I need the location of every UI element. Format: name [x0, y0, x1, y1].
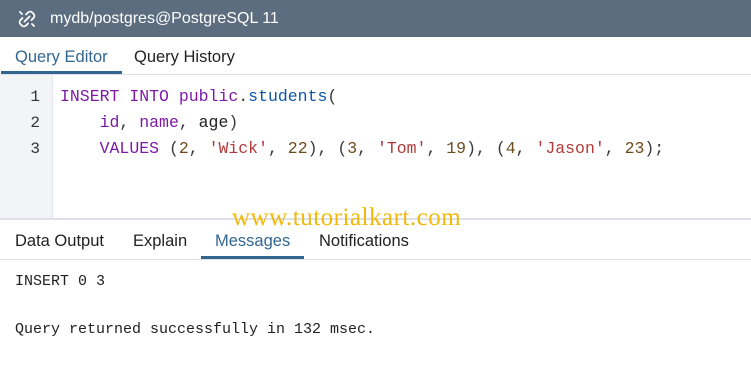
window-title: mydb/postgres@PostgreSQL 11	[50, 9, 279, 27]
column-name: name	[139, 113, 179, 132]
message-line: Query returned successfully in 132 msec.	[15, 321, 376, 338]
punctuation: ),	[307, 139, 338, 158]
line-number: 2	[30, 114, 40, 132]
punctuation: ,	[119, 113, 140, 132]
punctuation: ,	[267, 139, 288, 158]
punctuation: );	[644, 139, 665, 158]
number-literal: 19	[446, 139, 467, 158]
keyword: VALUES	[99, 139, 160, 158]
punctuation: ),	[466, 139, 496, 158]
watermark-text: www.tutorialkart.com	[232, 204, 462, 231]
punctuation: ,	[178, 113, 199, 132]
messages-panel: INSERT 0 3 Query returned successfully i…	[0, 261, 751, 373]
punctuation: ,	[357, 139, 377, 158]
message-line: INSERT 0 3	[15, 273, 106, 290]
number-literal: 3	[347, 139, 358, 158]
column-name: age	[198, 113, 229, 132]
punctuation: (	[337, 139, 348, 158]
punctuation: (	[495, 139, 506, 158]
number-literal: 23	[624, 139, 645, 158]
punctuation: ,	[515, 139, 536, 158]
string-literal: 'Tom'	[376, 139, 427, 158]
query-tool-titlebar: mydb/postgres@PostgreSQL 11	[0, 0, 751, 37]
column-name: id	[99, 113, 120, 132]
line-number: 1	[30, 88, 40, 106]
punctuation: ,	[188, 139, 209, 158]
keyword: INSERT	[60, 87, 120, 106]
punctuation: ,	[426, 139, 447, 158]
punctuation: (	[327, 87, 338, 106]
number-literal: 4	[505, 139, 516, 158]
connection-link-icon	[16, 8, 38, 30]
tab-query-editor[interactable]: Query Editor	[1, 38, 122, 74]
keyword: public	[178, 87, 239, 106]
number-literal: 22	[287, 139, 308, 158]
tab-query-history[interactable]: Query History	[120, 38, 249, 74]
code-line-3[interactable]: VALUES (2, 'Wick', 22), (3, 'Tom', 19), …	[60, 136, 665, 162]
keyword: INTO	[129, 87, 169, 106]
tab-data-output[interactable]: Data Output	[1, 222, 118, 259]
line-number-gutter: 1 2 3	[0, 75, 53, 218]
punctuation: ,	[604, 139, 625, 158]
punctuation: (	[168, 139, 179, 158]
editor-tabs: Query Editor Query History	[0, 38, 751, 75]
line-number: 3	[30, 140, 40, 158]
code-line-1[interactable]: INSERT INTO public.students(	[60, 84, 337, 110]
code-line-2[interactable]: id, name, age)	[60, 110, 239, 136]
number-literal: 2	[178, 139, 189, 158]
punctuation: )	[228, 113, 239, 132]
string-literal: 'Jason'	[535, 139, 605, 158]
tab-explain[interactable]: Explain	[119, 222, 201, 259]
sql-editor[interactable]: 1 2 3 INSERT INTO public.students( id, n…	[0, 75, 751, 220]
punctuation: .	[238, 87, 249, 106]
table-identifier: students	[248, 87, 328, 106]
string-literal: 'Wick'	[208, 139, 268, 158]
